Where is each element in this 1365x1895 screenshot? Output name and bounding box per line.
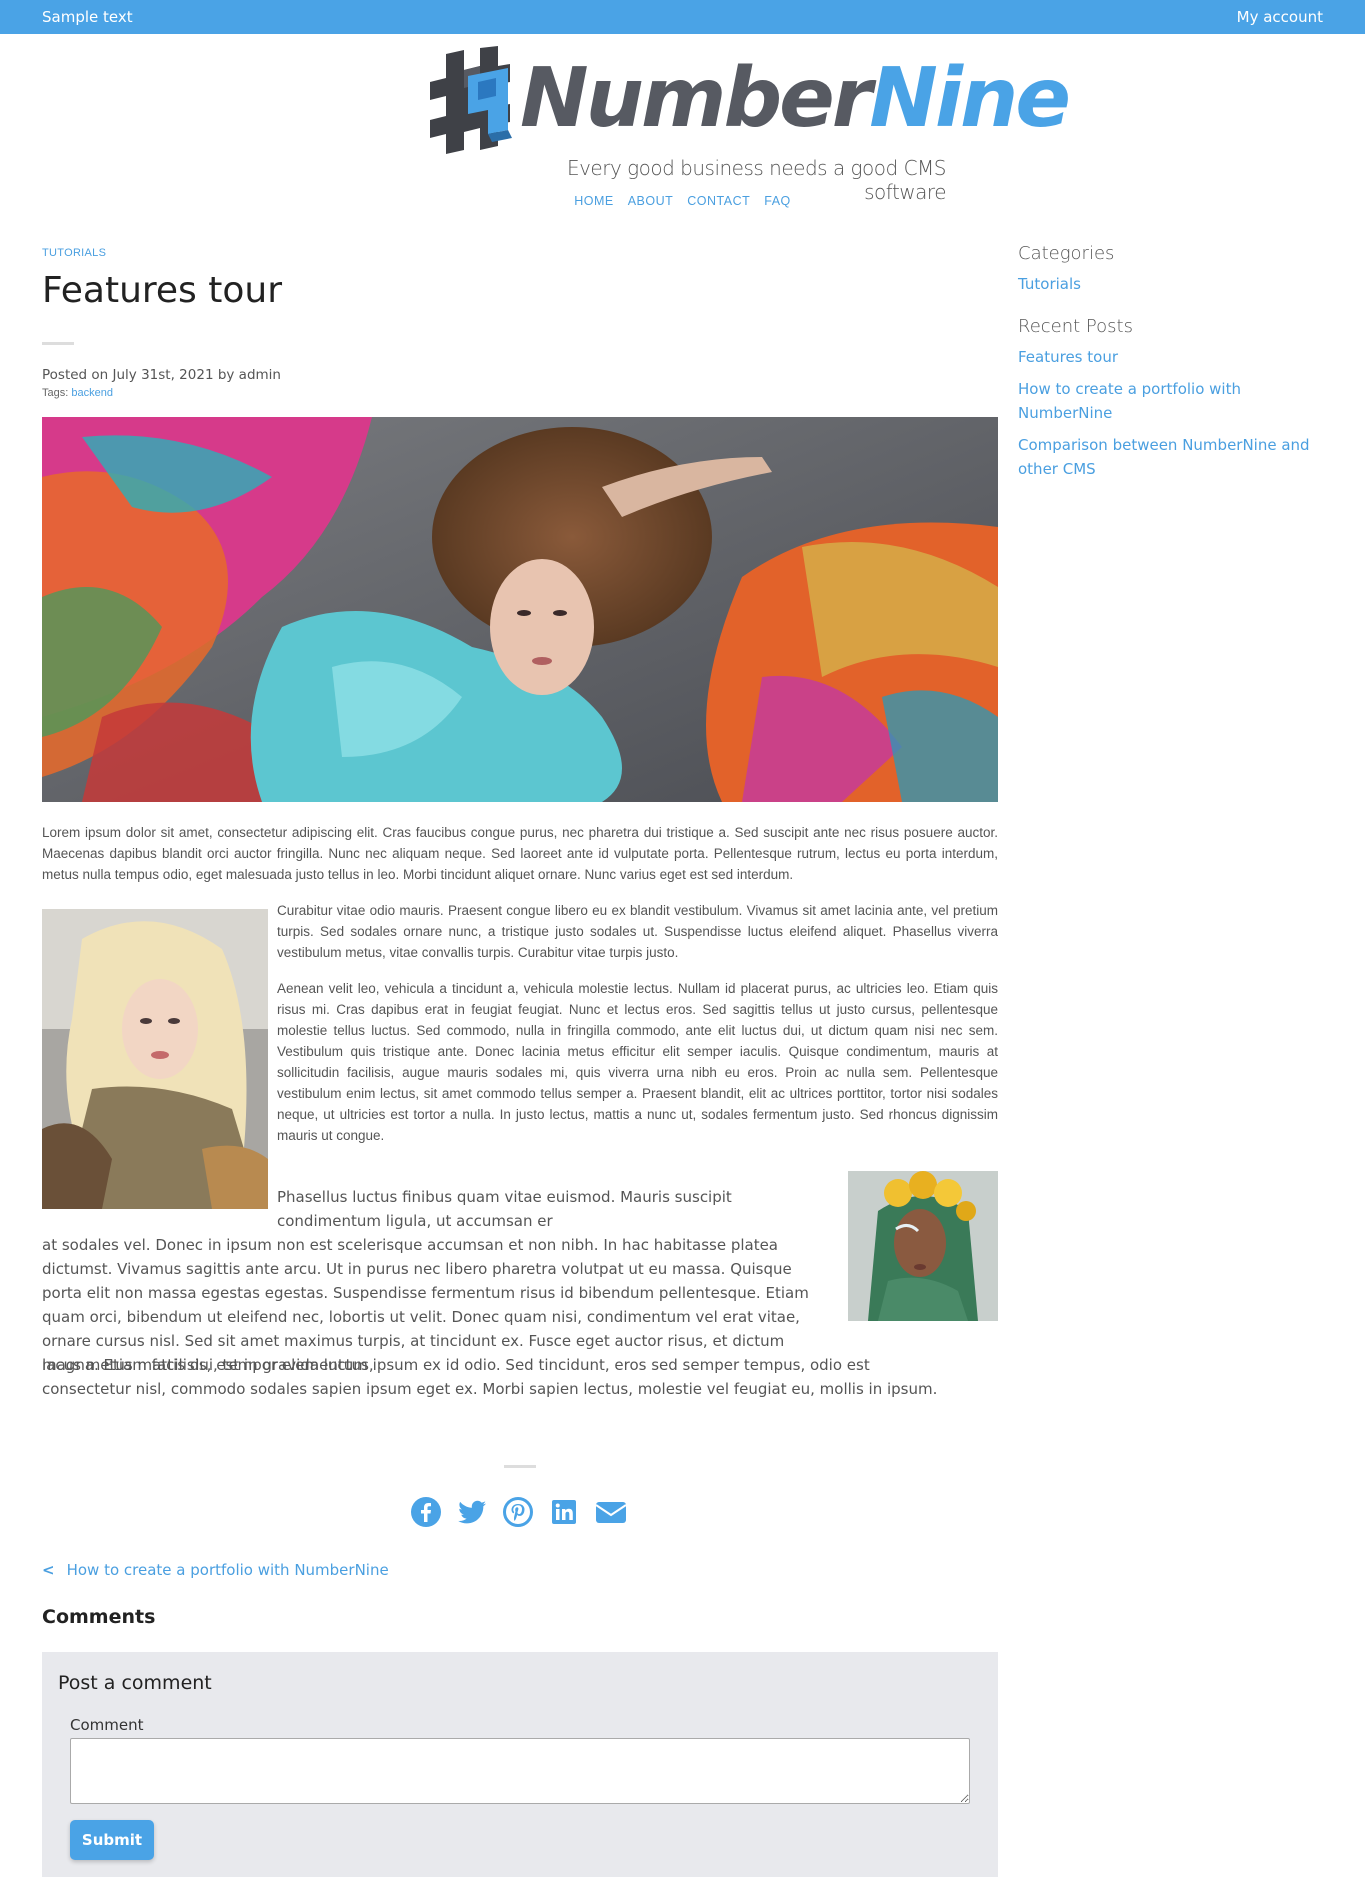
sidebar: Categories Tutorials Recent Posts Featur… [1018, 243, 1318, 489]
logo-wordmark: NumberNine [520, 44, 1071, 154]
recent-posts-heading: Recent Posts [1018, 316, 1133, 337]
comment-label: Comment [70, 1716, 144, 1734]
pinterest-icon[interactable] [502, 1496, 534, 1528]
comment-textarea[interactable] [70, 1738, 970, 1804]
post-paragraph-4-part-3: lacus metus mattis dui, tempor elementum… [42, 1356, 938, 1398]
recent-post-link[interactable]: Features tour [1018, 345, 1318, 369]
previous-post-link[interactable]: < How to create a portfolio with NumberNi… [42, 1561, 389, 1579]
hero-image [42, 417, 998, 802]
title-divider [42, 342, 74, 345]
post-meta: Posted on July 31st, 2021 by admin [42, 367, 281, 383]
facebook-icon[interactable] [410, 1496, 442, 1528]
comment-form-title: Post a comment [58, 1672, 212, 1694]
logo-word-nine: Nine [869, 51, 1071, 146]
post-title: Features tour [42, 270, 282, 311]
top-bar: Sample text My account [0, 0, 1365, 34]
top-bar-text: Sample text [42, 8, 133, 26]
chevron-left-icon: < [42, 1561, 55, 1579]
post-paragraph-4-part-1: Phasellus luctus finibus quam vitae euis… [277, 1188, 732, 1230]
flower-crown-woman-image [848, 1171, 998, 1321]
email-icon[interactable] [594, 1496, 628, 1528]
sidebar-category-tutorials[interactable]: Tutorials [1018, 272, 1318, 296]
comments-heading: Comments [42, 1606, 156, 1628]
submit-button[interactable]: Submit [70, 1820, 154, 1860]
tag-link[interactable]: backend [71, 387, 113, 399]
logo-mark-icon [430, 46, 512, 154]
blonde-woman-image [42, 909, 268, 1209]
recent-posts: Recent Posts Features tour How to create… [1018, 316, 1318, 481]
recent-post-link[interactable]: How to create a portfolio with NumberNin… [1018, 377, 1318, 425]
nav-item-home[interactable]: HOME [574, 194, 614, 208]
categories-heading: Categories [1018, 243, 1115, 264]
previous-post-label: How to create a portfolio with NumberNin… [66, 1561, 389, 1579]
nav-item-contact[interactable]: CONTACT [687, 194, 750, 208]
nav-item-faq[interactable]: FAQ [764, 194, 791, 208]
post-category-link[interactable]: TUTORIALS [42, 247, 106, 259]
post-paragraph-1: Lorem ipsum dolor sit amet, consectetur … [42, 825, 998, 882]
twitter-icon[interactable] [456, 1496, 488, 1528]
comment-form: Post a comment Comment Submit [42, 1652, 998, 1877]
post-tags: Tags: backend [42, 387, 113, 399]
post-paragraph-3: Aenean velit leo, vehicula a tincidunt a… [277, 981, 998, 1143]
my-account-link[interactable]: My account [1237, 8, 1323, 26]
recent-post-link[interactable]: Comparison between NumberNine and other … [1018, 433, 1318, 481]
tags-label: Tags: [42, 387, 69, 399]
logo-word-number: Number [520, 51, 872, 146]
linkedin-icon[interactable] [548, 1496, 580, 1528]
share-divider [504, 1465, 536, 1468]
share-bar [410, 1496, 628, 1528]
main-nav: HOME ABOUT CONTACT FAQ [0, 194, 1365, 208]
nav-item-about[interactable]: ABOUT [628, 194, 674, 208]
post-paragraph-2: Curabitur vitae odio mauris. Praesent co… [277, 903, 998, 960]
site-logo[interactable]: NumberNine Every good business needs a g… [424, 44, 1071, 204]
